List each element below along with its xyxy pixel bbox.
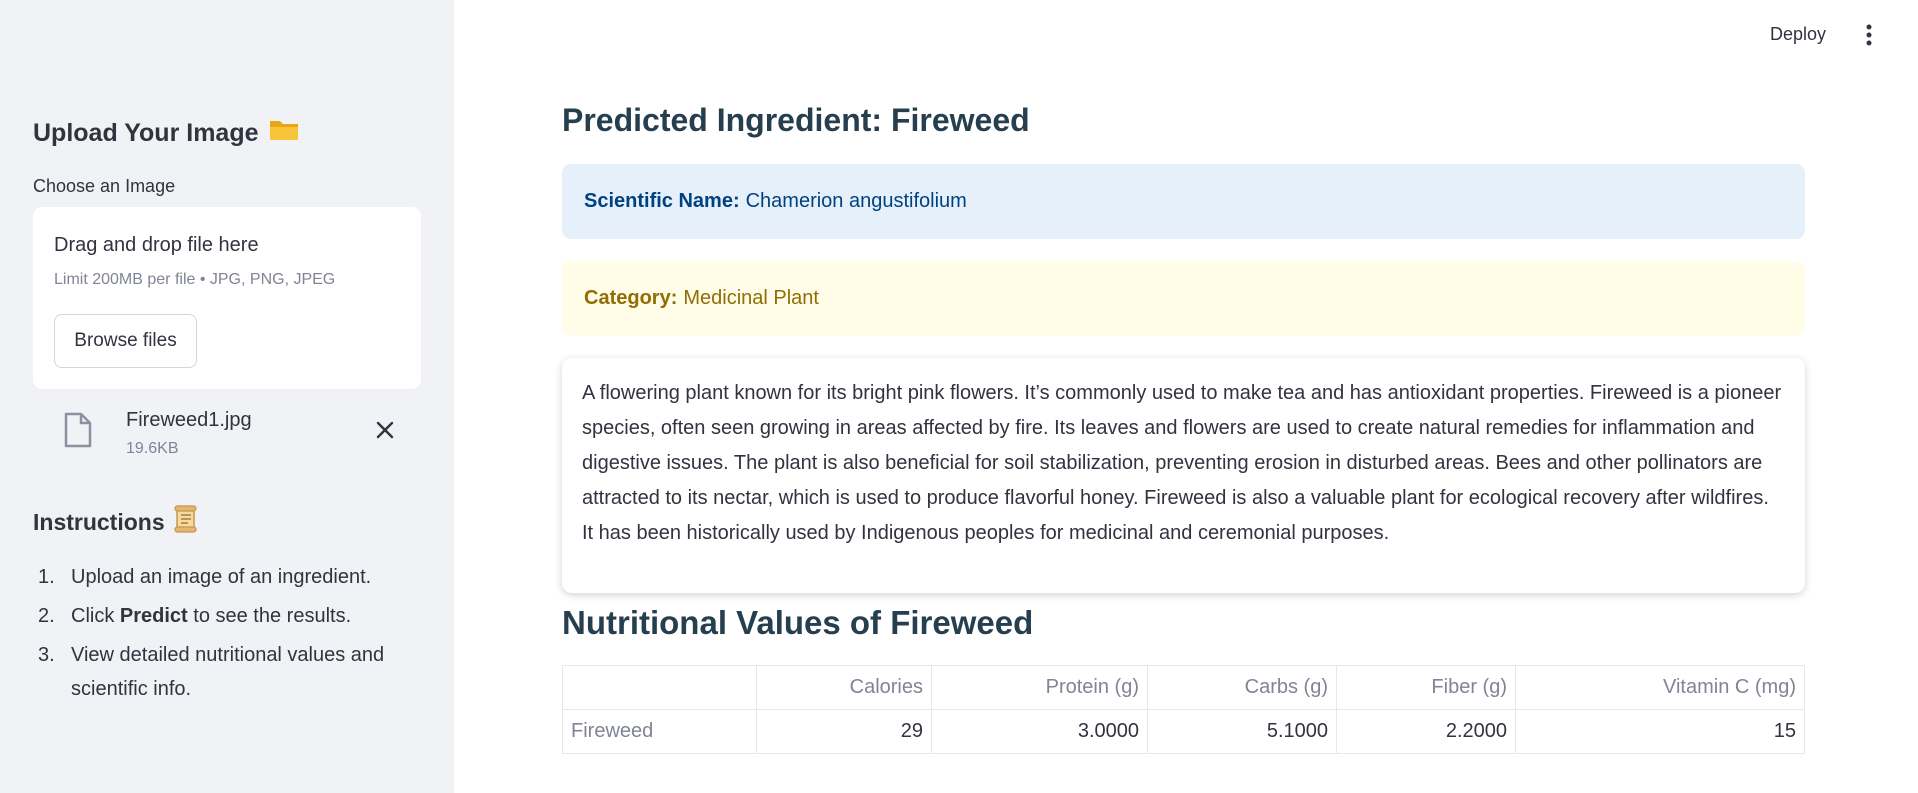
dropzone-text: Drag and drop file here <box>54 234 259 256</box>
scroll-icon <box>173 505 199 539</box>
table-cell: Fireweed <box>562 709 757 754</box>
file-name: Fireweed1.jpg <box>126 409 252 431</box>
uploader-label: Choose an Image <box>33 176 176 196</box>
table-cell: 2.2000 <box>1336 709 1516 754</box>
file-size: 19.6KB <box>126 440 179 457</box>
column-header[interactable]: Vitamin C (mg) <box>1515 665 1805 710</box>
instruction-number: 1. <box>38 566 55 588</box>
table-cell: 15 <box>1515 709 1805 754</box>
category-label: Category: <box>584 287 678 309</box>
column-header[interactable]: Calories <box>756 665 932 710</box>
category-value: Medicinal Plant <box>683 287 819 309</box>
instruction-text-bold: Predict <box>119 605 188 627</box>
nutrition-table: Calories Protein (g) Carbs (g) Fiber (g)… <box>562 665 1805 754</box>
instruction-number: 3. <box>38 644 55 666</box>
table-cell: 5.1000 <box>1147 709 1337 754</box>
scientific-name-box: Scientific Name: Chamerion angustifolium <box>562 164 1805 239</box>
deploy-button[interactable]: Deploy <box>1762 20 1834 49</box>
dropzone-limit: Limit 200MB per file • JPG, PNG, JPEG <box>54 271 336 288</box>
instruction-text-post: to see the results. <box>187 605 352 627</box>
uploaded-file: Fireweed1.jpg 19.6KB <box>33 400 421 464</box>
column-header[interactable] <box>562 665 757 710</box>
instructions-title-text: Instructions <box>33 508 165 535</box>
upload-title: Upload Your Image <box>33 118 299 149</box>
category-box: Category: Medicinal Plant <box>562 261 1805 336</box>
browse-files-button[interactable]: Browse files <box>54 314 197 368</box>
table-row: Fireweed 29 3.0000 5.1000 2.2000 15 <box>562 709 1805 754</box>
upload-title-text: Upload Your Image <box>33 119 259 147</box>
instruction-number: 2. <box>38 605 55 627</box>
file-icon <box>63 412 93 448</box>
column-header[interactable]: Fiber (g) <box>1336 665 1516 710</box>
scientific-name-label: Scientific Name: <box>584 190 740 212</box>
instructions-list: 1. Upload an image of an ingredient. 2. … <box>33 560 433 711</box>
instruction-text-pre: Click <box>71 605 120 627</box>
instruction-item: 1. Upload an image of an ingredient. <box>33 560 433 594</box>
close-icon[interactable] <box>373 418 397 442</box>
description-text: A flowering plant known for its bright p… <box>582 382 1782 544</box>
column-header[interactable]: Protein (g) <box>931 665 1148 710</box>
nutrition-title: Nutritional Values of Fireweed <box>562 604 1034 641</box>
folder-icon <box>269 118 299 149</box>
description-card: A flowering plant known for its bright p… <box>562 358 1805 593</box>
instruction-text: Upload an image of an ingredient. <box>71 566 372 588</box>
table-cell: 29 <box>756 709 932 754</box>
file-dropzone[interactable]: Drag and drop file here Limit 200MB per … <box>33 207 421 389</box>
table-cell: 3.0000 <box>931 709 1148 754</box>
instruction-item: 2. Click Predict to see the results. <box>33 599 433 633</box>
sidebar: Upload Your Image Choose an Image Drag a… <box>0 0 454 793</box>
scientific-name-value: Chamerion angustifolium <box>745 190 967 212</box>
predicted-title: Predicted Ingredient: Fireweed <box>562 102 1030 138</box>
more-vert-icon[interactable] <box>1860 22 1878 48</box>
instruction-text: View detailed nutritional values and sci… <box>71 644 385 700</box>
instruction-item: 3. View detailed nutritional values and … <box>33 638 433 706</box>
column-header[interactable]: Carbs (g) <box>1147 665 1337 710</box>
table-header-row: Calories Protein (g) Carbs (g) Fiber (g)… <box>562 665 1805 710</box>
instructions-title: Instructions <box>33 505 199 539</box>
